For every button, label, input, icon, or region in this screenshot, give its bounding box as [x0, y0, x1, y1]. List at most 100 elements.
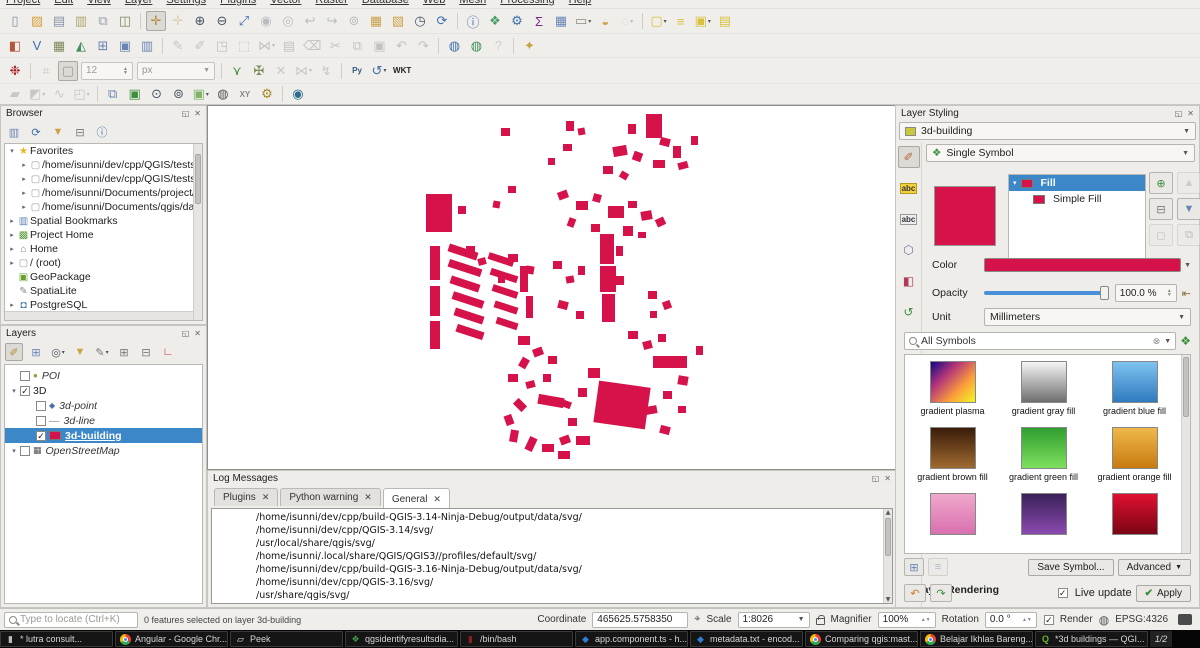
log-tab-general[interactable]: General✕ — [383, 488, 450, 509]
layer-visibility-checkbox[interactable] — [20, 371, 30, 381]
symbol-gallery-item-3[interactable]: gradient brown fill — [907, 427, 998, 483]
layer-item-3d-line[interactable]: —3d-line — [5, 413, 202, 428]
data-defined-override-icon[interactable]: ⇤ — [1182, 287, 1191, 300]
layer-item-openstreetmap[interactable]: ▾▦OpenStreetMap — [5, 443, 202, 458]
menu-settings[interactable]: Settings — [166, 0, 206, 6]
taskbar-item-editor[interactable]: ▮* lutra consult... — [0, 631, 113, 647]
close-panel-icon[interactable]: ✕ — [1187, 109, 1194, 118]
expander-icon[interactable]: ▾ — [9, 387, 19, 395]
renderer-combo[interactable]: ❖ Single Symbol ▼ — [926, 144, 1195, 162]
properties-widget[interactable]: ⓘ — [93, 123, 111, 141]
identify-features[interactable]: ⓘ — [463, 11, 483, 31]
processing-options[interactable]: ⚙ — [507, 11, 527, 31]
float-panel-icon[interactable]: ◱ — [182, 109, 190, 118]
grass-tools[interactable]: ❉ — [5, 61, 25, 81]
log-tab-plugins[interactable]: Plugins✕ — [214, 488, 278, 506]
statistical-summary[interactable]: Σ — [529, 11, 549, 31]
expander-icon[interactable]: ▸ — [7, 259, 17, 267]
float-panel-icon[interactable]: ◱ — [872, 474, 880, 483]
select-features[interactable]: ▢▾ — [648, 11, 668, 31]
add-group[interactable]: ⊞ — [27, 343, 45, 361]
expander-icon[interactable]: ▸ — [19, 161, 29, 169]
3d-view-tab[interactable]: ⬡ — [898, 239, 920, 261]
run-feature-action[interactable]: ❖ — [485, 11, 505, 31]
expand-all[interactable]: ⊞ — [115, 343, 133, 361]
remove-symbol-layer-button[interactable]: ⊟ — [1149, 198, 1173, 220]
close-tab-icon[interactable]: ✕ — [433, 494, 441, 505]
apply-button[interactable]: ✔Apply — [1136, 585, 1191, 602]
temporal-controller[interactable]: ◷ — [410, 11, 430, 31]
browser-item--home-isunni-documents-project-aksi2-ro[interactable]: ▸▢/home/isunni/Documents/project/Aksi2-r… — [5, 186, 202, 200]
browser-item--home-isunni-dev-cpp-qgis-tests-testdata[interactable]: ▸▢/home/isunni/dev/cpp/QGIS/tests/testda… — [5, 172, 202, 186]
icon-view-button[interactable]: ⊞ — [904, 558, 924, 576]
close-panel-icon[interactable]: ✕ — [194, 329, 201, 338]
opacity-slider[interactable] — [984, 291, 1107, 295]
browser-item-spatialite[interactable]: ✎SpatiaLite — [5, 284, 202, 298]
locate-input[interactable]: Type to locate (Ctrl+K) — [4, 612, 138, 628]
taskbar-item-vscode[interactable]: ◆app.component.ts - h... — [575, 631, 688, 647]
rotation-spinbox[interactable]: 0.0 °▲▼ — [985, 612, 1037, 628]
magnifier-spinbox[interactable]: 100%▲▼ — [878, 612, 936, 628]
select-within-polygon[interactable]: ▣▾ — [191, 84, 211, 104]
layer-item-poi[interactable]: ●POI — [5, 368, 202, 383]
lock-scale-icon[interactable] — [816, 618, 825, 625]
expander-icon[interactable]: ▾ — [7, 147, 17, 155]
expander-icon[interactable]: ▸ — [7, 217, 17, 225]
menu-layer[interactable]: Layer — [125, 0, 153, 6]
expander-icon[interactable]: ▸ — [7, 301, 17, 309]
taskbar-item-code[interactable]: ❖qgsidentifyresultsdia... — [345, 631, 458, 647]
symbol-gallery-item-2[interactable]: gradient blue fill — [1089, 361, 1180, 417]
map-canvas[interactable] — [207, 105, 897, 470]
digitize-with-curve[interactable]: ✠ — [249, 61, 269, 81]
close-panel-icon[interactable]: ✕ — [194, 109, 201, 118]
browser-item--home-isunni-dev-cpp-qgis-tests-testdata[interactable]: ▸▢/home/isunni/dev/cpp/QGIS/tests/testda… — [5, 158, 202, 172]
add-delimited-text-layer[interactable]: ⊞ — [93, 36, 113, 56]
symbology-tab[interactable]: ✐ — [898, 146, 920, 168]
scroll-up-icon[interactable]: ▲ — [884, 509, 892, 516]
menu-web[interactable]: Web — [423, 0, 445, 6]
coordinate-input[interactable]: 465625.5758350 — [592, 612, 688, 628]
scale-combo[interactable]: 1:8026▼ — [738, 612, 810, 628]
layer-visibility-checkbox[interactable] — [36, 416, 46, 426]
close-panel-icon[interactable]: ✕ — [884, 474, 891, 483]
expander-icon[interactable]: ▸ — [7, 245, 17, 253]
new-geopackage-layer[interactable]: ◍ — [444, 36, 464, 56]
xy-tools[interactable]: XY — [235, 84, 255, 104]
menu-project[interactable]: Project — [6, 0, 40, 6]
select-by-value[interactable]: ≡ — [671, 11, 691, 31]
symbol-gallery-item-0[interactable]: gradient plasma — [907, 361, 998, 417]
zoom-out[interactable]: ⊖ — [212, 11, 232, 31]
save-project-as[interactable]: ▥ — [71, 11, 91, 31]
clear-search-icon[interactable]: ⊗ — [1153, 336, 1161, 347]
menu-edit[interactable]: Edit — [54, 0, 73, 6]
menu-vector[interactable]: Vector — [270, 0, 301, 6]
filter-legend[interactable]: ▼ — [71, 343, 89, 361]
osm-place-search[interactable]: ⚙ — [257, 84, 277, 104]
expander-icon[interactable]: ▸ — [19, 175, 29, 183]
menu-mesh[interactable]: Mesh — [459, 0, 486, 6]
browser-item-home[interactable]: ▸⌂Home — [5, 242, 202, 256]
remove-layer[interactable]: ∟ — [159, 343, 177, 361]
unit-combo[interactable]: Millimeters ▼ — [984, 308, 1191, 326]
scroll-down-icon[interactable]: ▼ — [884, 596, 892, 603]
browser-item--root-[interactable]: ▸▢/ (root) — [5, 256, 202, 270]
menu-help[interactable]: Help — [569, 0, 592, 6]
expander-icon[interactable]: ▾ — [9, 447, 19, 455]
add-symbol-layer-button[interactable]: ⊕ — [1149, 172, 1173, 194]
advanced-button[interactable]: Advanced▼ — [1118, 559, 1191, 576]
map-tips[interactable]: ◒ — [595, 11, 615, 31]
float-panel-icon[interactable]: ◱ — [182, 329, 190, 338]
new-spatial-bookmark[interactable]: ▦ — [366, 11, 386, 31]
filter-by-expression[interactable]: ✎▾ — [93, 343, 111, 361]
render-checkbox[interactable]: ✓Render — [1043, 614, 1093, 625]
browser-item-postgresql[interactable]: ▸◘PostgreSQL — [5, 298, 202, 312]
zoom-to-feature[interactable]: ⊙ — [147, 84, 167, 104]
expander-icon[interactable]: ▸ — [19, 203, 29, 211]
browser-vscrollbar[interactable] — [193, 144, 202, 320]
processing-toolbox[interactable]: ◉ — [288, 84, 308, 104]
close-tab-icon[interactable]: ✕ — [364, 492, 372, 503]
python-console[interactable]: Py — [347, 61, 367, 81]
open-field-calculator[interactable]: ▤ — [715, 11, 735, 31]
symbol-gallery-item-7[interactable] — [998, 493, 1089, 538]
deselect-features[interactable]: ▣▾ — [693, 11, 713, 31]
